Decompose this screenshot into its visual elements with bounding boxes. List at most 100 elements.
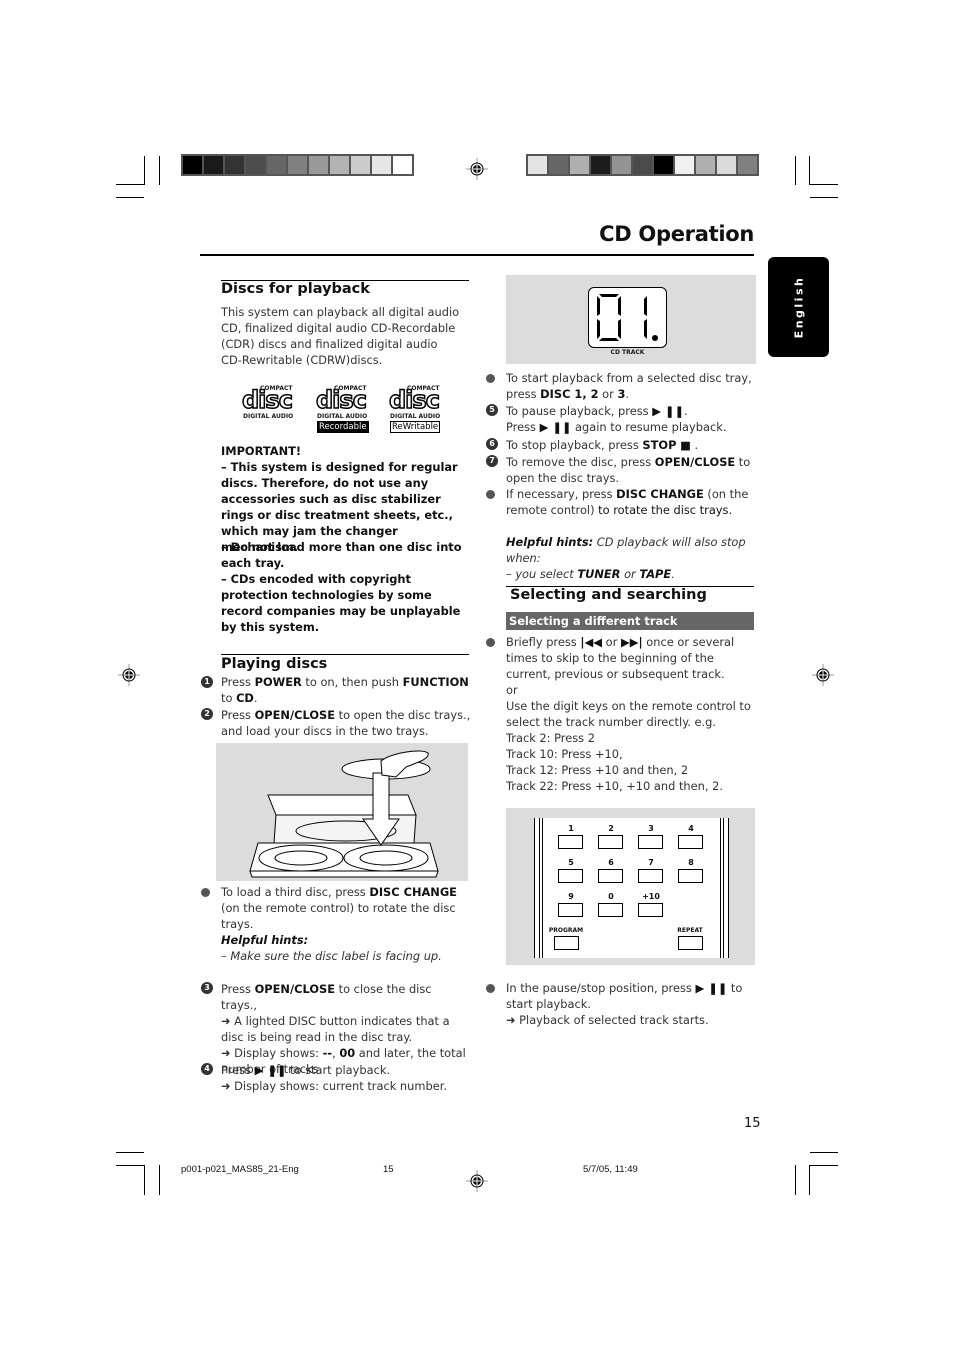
text: or [598,387,618,401]
text: . [684,404,688,418]
key-power: POWER [254,675,302,689]
footer-page: 15 [383,1164,394,1175]
next-track-icon: ▶▶| [620,635,643,649]
color-swatch [225,156,244,174]
remote-key-3[interactable] [638,835,663,849]
remote-key-7[interactable] [638,869,663,883]
key-open-close: OPEN/CLOSE [254,982,335,996]
text: . [253,691,258,705]
remote-key-label: 2 [608,824,614,833]
text: To stop playback, press [506,438,643,452]
bullet-icon [486,490,495,499]
play-pause-icon: ▶ ❚❚ [695,981,728,995]
bullet-icon [486,638,495,647]
helpful-hints-title: Helpful hints: [506,535,594,549]
tray-illustration [216,743,468,881]
color-swatch [246,156,265,174]
remote-key-+10[interactable] [638,903,663,917]
color-swatch [633,156,652,174]
registration-mark-icon [466,1170,488,1192]
text: Press [221,675,255,689]
play-pause-icon: ▶ ❚❚ [652,404,685,418]
text: Press [221,708,255,722]
color-swatch [675,156,694,174]
key-disc: DISC 1, 2 [540,387,599,401]
remote-key-9[interactable] [558,903,583,917]
text: to start playback. [286,1063,391,1077]
section-divider [221,654,469,655]
example-line: Track 10: Press +10, [506,747,623,761]
result-text: ➜ Playback of selected track starts. [506,1013,709,1027]
key-open-close: OPEN/CLOSE [654,455,736,469]
logo-top-text: COMPACT [334,385,367,392]
bullet-icon [201,888,210,897]
color-swatch [393,156,412,174]
remote-key-label: 3 [648,824,654,833]
lcd-digits [597,294,658,341]
color-swatch [372,156,391,174]
remote-key-label: +10 [642,892,660,901]
key-tape: TAPE [639,567,672,581]
language-tab: English [768,257,829,357]
step-number-icon: 3 [201,982,213,994]
key-stop: STOP [642,438,677,452]
logo-bottom-text: DIGITAL AUDIO [317,413,368,420]
bullet-icon [486,984,495,993]
stop-icon: ■ [680,438,691,452]
text: Briefly press [506,635,581,649]
page-title: CD Operation [599,222,754,246]
color-swatch [288,156,307,174]
remote-key-repeat[interactable] [678,936,703,950]
section-heading-discs: Discs for playback [221,281,370,297]
logo-top-text: COMPACT [260,385,293,392]
step-number-icon: 5 [486,404,498,416]
result-text: ➜ Display shows: current track number. [221,1079,447,1093]
result-text: ➜ A lighted DISC button indicates that a… [221,1014,450,1044]
helpful-hints-text: – Make sure the disc label is facing up. [221,949,442,963]
language-tab-label: English [792,275,805,339]
compact-disc-logo: disc COMPACT DIGITAL AUDIO Recordable [315,385,374,435]
remote-key-program[interactable] [554,936,579,950]
disc-select-text: To start playback from a selected disc t… [506,370,758,402]
text: . [625,387,630,401]
compact-disc-logo: disc COMPACT DIGITAL AUDIO [241,385,300,435]
remote-key-label: REPEAT [677,927,703,934]
footer-date: 5/7/05, 11:49 [583,1164,638,1175]
color-swatch [612,156,631,174]
remote-key-label: 4 [688,824,694,833]
step-5-text: To pause playback, press ▶ ❚❚. Press ▶ ❚… [506,403,758,435]
step-1-text: Press POWER to on, then push FUNCTION to… [221,674,471,706]
remote-key-2[interactable] [598,835,623,849]
color-swatch [330,156,349,174]
registration-mark-icon [118,664,140,686]
text: to rotate the disc trays. [598,503,733,517]
key-disc-change: DISC CHANGE [369,885,457,899]
example-line: Track 12: Press +10 and then, 2 [506,763,689,777]
lcd-label: CD TRACK [610,349,645,356]
key-function: FUNCTION [402,675,469,689]
color-swatch [738,156,757,174]
text: . [671,567,675,581]
remote-illustration: 1 2 3 4 5 6 7 8 9 0 +10 PROGRAM REPEAT [506,808,755,965]
discs-intro-text: This system can playback all digital aud… [221,305,460,367]
text: or [620,567,640,581]
load-disc-illustration-icon [249,750,439,878]
logo-badge: ReWritable [390,421,441,433]
color-swatch [309,156,328,174]
example-line: Track 2: Press 2 [506,731,595,745]
text: To load a third disc, press [221,885,370,899]
remote-key-4[interactable] [678,835,703,849]
text: to [221,691,237,705]
remote-key-8[interactable] [678,869,703,883]
remote-key-6[interactable] [598,869,623,883]
section-heading-selecting: Selecting and searching [510,587,707,603]
remote-key-0[interactable] [598,903,623,917]
text: If necessary, press [506,487,617,501]
text: . [690,438,699,452]
colorbar-left [181,154,414,176]
remote-key-5[interactable] [558,869,583,883]
remote-key-label: 1 [568,824,574,833]
text: again to resume playback. [571,420,727,434]
remote-key-label: 8 [688,858,694,867]
remote-key-1[interactable] [558,835,583,849]
